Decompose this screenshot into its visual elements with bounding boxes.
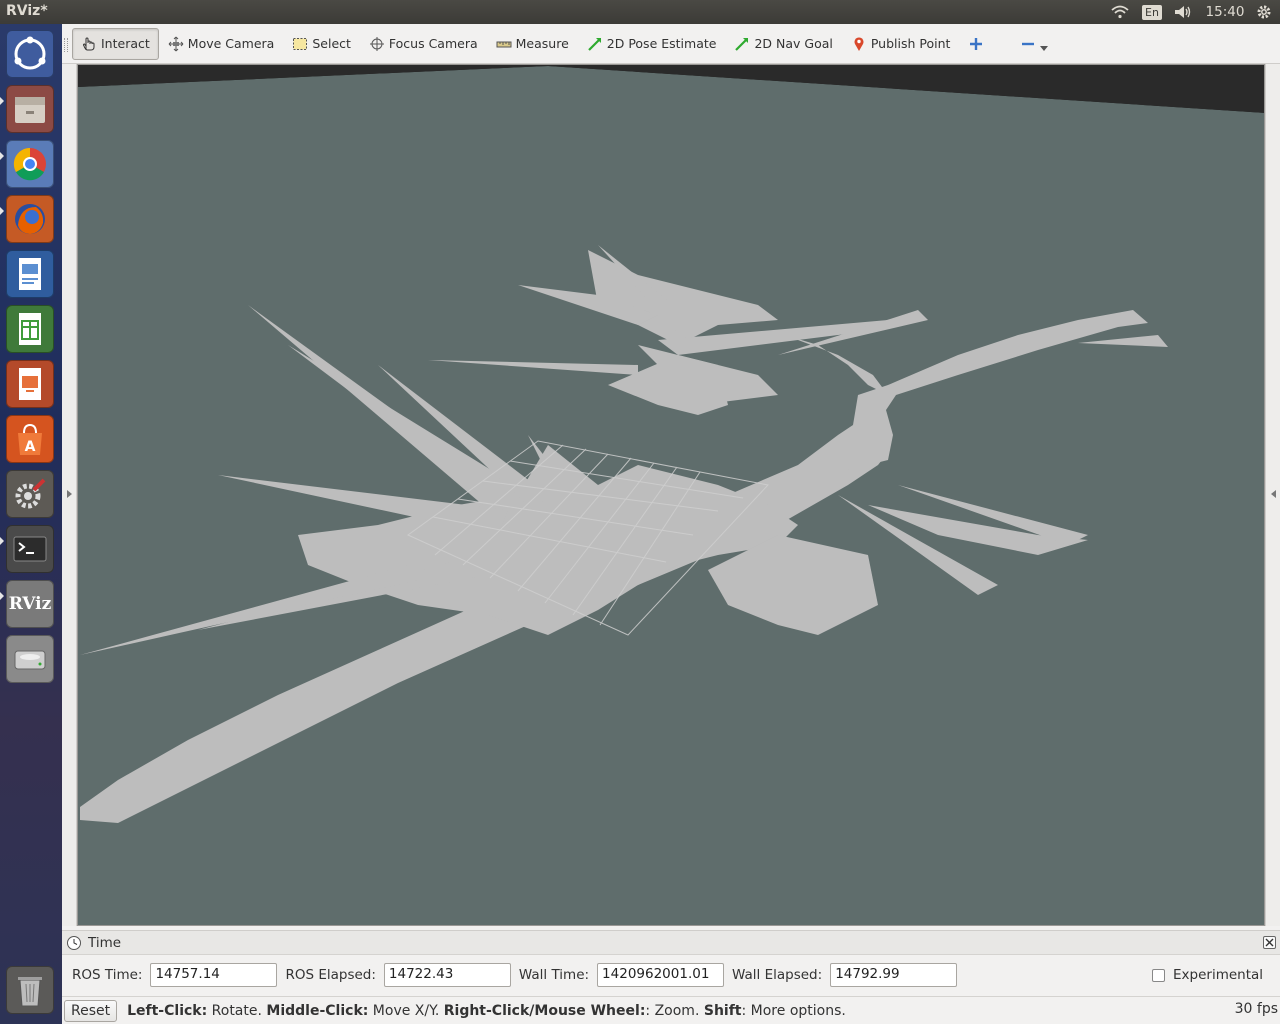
tool-interact[interactable]: Interact	[72, 27, 159, 60]
writer-icon[interactable]	[6, 250, 54, 298]
tool-measure-label: Measure	[515, 36, 569, 51]
expand-left-arrow-icon[interactable]	[67, 490, 72, 498]
occupancy-map	[80, 245, 1168, 823]
tool-move-camera[interactable]: Move Camera	[159, 28, 284, 60]
middle-click-key: Middle-Click:	[266, 1002, 369, 1019]
svg-text:A: A	[25, 439, 36, 455]
clock[interactable]: 15:40	[1202, 0, 1248, 24]
trash-icon[interactable]	[6, 966, 54, 1014]
remove-tool-button[interactable]	[1011, 28, 1057, 60]
terminal-icon[interactable]	[6, 525, 54, 573]
ros-elapsed-field[interactable]: 14722.43	[383, 963, 511, 987]
tool-interact-label: Interact	[101, 36, 150, 51]
software-center-icon[interactable]: A	[6, 415, 54, 463]
tool-move-camera-label: Move Camera	[187, 36, 275, 51]
chrome-icon[interactable]	[6, 140, 54, 188]
close-icon	[1265, 938, 1274, 947]
3d-render-viewport[interactable]	[77, 64, 1265, 926]
crosshair-icon	[369, 36, 384, 51]
drive-icon[interactable]	[6, 635, 54, 683]
calc-icon[interactable]	[6, 305, 54, 353]
mouse-hint: Left-Click: Rotate. Middle-Click: Move X…	[127, 1003, 846, 1019]
ros-time-label: ROS Time:	[72, 967, 143, 983]
firefox-icon[interactable]	[6, 195, 54, 243]
tool-publish-point[interactable]: Publish Point	[842, 28, 960, 60]
tool-publish-point-label: Publish Point	[870, 36, 951, 51]
tool-focus-camera[interactable]: Focus Camera	[360, 28, 487, 60]
fps-readout: 30 fps	[1234, 1001, 1278, 1017]
tool-select[interactable]: Select	[283, 28, 360, 60]
add-tool-button[interactable]	[959, 28, 997, 60]
rviz-window: Interact Move Camera Select Focus Camera…	[62, 24, 1280, 1024]
tool-2d-nav-goal[interactable]: 2D Nav Goal	[725, 28, 841, 60]
left-click-action: Rotate.	[207, 1002, 267, 1019]
left-click-key: Left-Click:	[127, 1002, 208, 1019]
left-dock-splitter[interactable]	[62, 64, 77, 926]
ros-time-field[interactable]: 14757.14	[150, 963, 278, 987]
time-panel-header[interactable]: Time	[62, 931, 1280, 955]
map-render	[78, 65, 1264, 823]
reset-button[interactable]: Reset	[64, 999, 118, 1022]
shift-action: : More options.	[741, 1002, 846, 1019]
time-fields-row: ROS Time: 14757.14 ROS Elapsed: 14722.43…	[62, 961, 1280, 989]
volume-icon[interactable]	[1172, 0, 1194, 24]
impress-icon[interactable]	[6, 360, 54, 408]
wall-elapsed-field[interactable]: 14792.99	[830, 963, 958, 987]
rviz-icon[interactable]: RViz	[6, 580, 54, 628]
tool-bar: Interact Move Camera Select Focus Camera…	[62, 24, 1280, 64]
experimental-label: Experimental	[1173, 967, 1264, 983]
tool-2d-pose-estimate[interactable]: 2D Pose Estimate	[578, 28, 726, 60]
close-panel-button[interactable]	[1263, 936, 1276, 949]
experimental-checkbox[interactable]	[1152, 968, 1165, 982]
wifi-icon[interactable]	[1108, 0, 1132, 24]
far-background	[78, 65, 1264, 113]
plus-icon	[970, 37, 983, 50]
ubuntu-dash-icon[interactable]	[6, 30, 54, 78]
keyboard-layout-indicator[interactable]: En	[1142, 0, 1162, 24]
minus-icon	[1022, 42, 1035, 45]
chevron-down-icon	[1040, 45, 1049, 51]
running-indicator	[0, 592, 4, 600]
right-click-action: : Zoom.	[645, 1002, 704, 1019]
experimental-toggle[interactable]: Experimental	[1152, 967, 1263, 983]
tool-focus-camera-label: Focus Camera	[388, 36, 478, 51]
tool-2d-nav-goal-label: 2D Nav Goal	[754, 36, 833, 51]
running-indicator	[0, 152, 4, 160]
hand-icon	[82, 36, 95, 50]
top-panel: RViz* En 15:40	[0, 0, 1280, 24]
wall-time-field[interactable]: 1420962001.01	[597, 963, 725, 987]
shift-key: Shift	[703, 1002, 742, 1019]
system-settings-icon[interactable]	[6, 470, 54, 518]
keyboard-layout-label: En	[1142, 4, 1162, 20]
running-indicator	[0, 97, 4, 105]
tool-measure[interactable]: Measure	[487, 28, 578, 60]
tool-select-label: Select	[312, 36, 351, 51]
map-pin-icon	[854, 36, 864, 51]
expand-right-arrow-icon[interactable]	[1271, 490, 1276, 498]
files-icon[interactable]	[6, 85, 54, 133]
move-icon	[168, 36, 184, 51]
launcher: A RViz	[0, 24, 62, 1024]
app-title: RViz*	[6, 3, 48, 19]
green-arrow-icon	[735, 37, 749, 51]
rviz-icon-label: RViz	[8, 594, 52, 614]
ros-elapsed-label: ROS Elapsed:	[285, 967, 376, 983]
wall-time-label: Wall Time:	[518, 967, 590, 983]
select-icon	[293, 37, 308, 50]
time-panel: Time ROS Time: 14757.14 ROS Elapsed: 147…	[62, 930, 1280, 994]
running-indicator	[0, 207, 4, 215]
middle-click-action: Move X/Y.	[368, 1002, 444, 1019]
status-bar: Reset Left-Click: Rotate. Middle-Click: …	[62, 996, 1280, 1024]
green-arrow-icon	[587, 37, 601, 51]
clock-icon	[67, 935, 81, 950]
ruler-icon	[496, 41, 512, 47]
tool-2d-pose-estimate-label: 2D Pose Estimate	[606, 36, 717, 51]
running-indicator	[0, 537, 4, 545]
time-panel-title: Time	[88, 934, 122, 951]
toolbar-grip[interactable]	[64, 38, 68, 52]
right-click-key: Right-Click/Mouse Wheel:	[443, 1002, 646, 1019]
wall-elapsed-label: Wall Elapsed:	[732, 967, 823, 983]
right-dock-splitter[interactable]	[1265, 64, 1280, 926]
gear-icon[interactable]	[1254, 0, 1274, 24]
